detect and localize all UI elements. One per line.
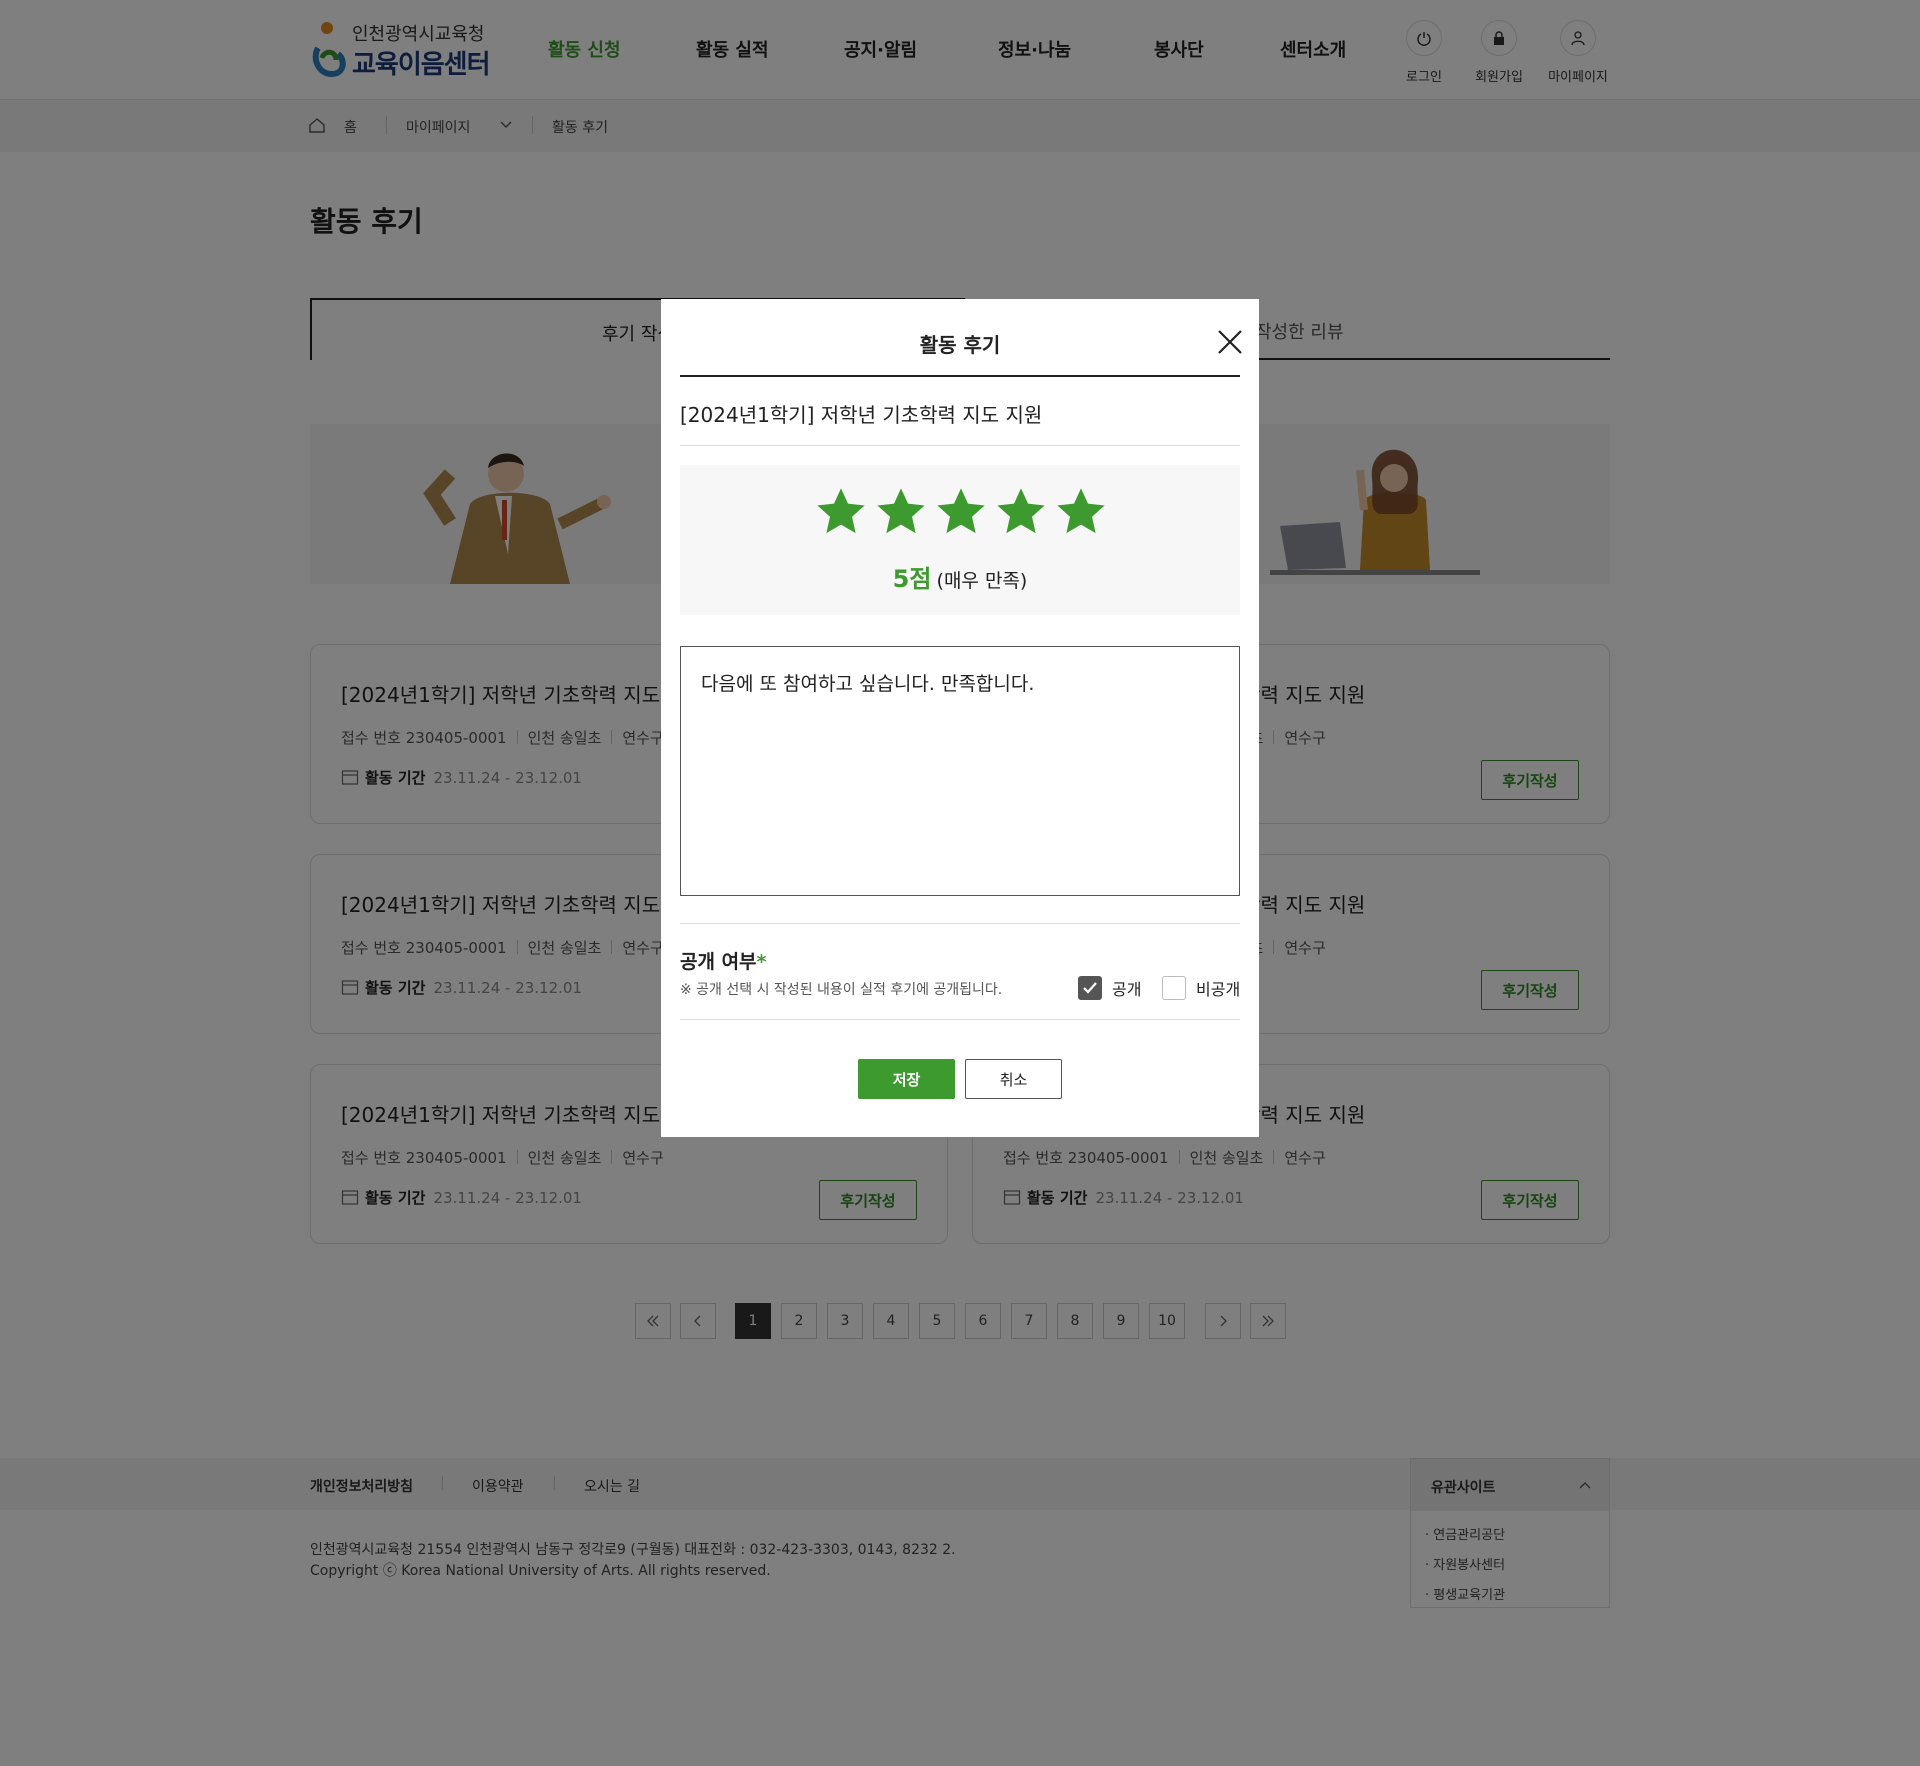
checkbox-unchecked[interactable] xyxy=(1162,976,1186,1000)
public-setting-note: ※ 공개 선택 시 작성된 내용이 실적 후기에 공개됩니다. xyxy=(680,982,1003,998)
star-icon[interactable] xyxy=(1054,485,1108,539)
modal-title: 활동 후기 xyxy=(919,333,1001,357)
public-checkbox[interactable]: 공개 xyxy=(1078,975,1141,1001)
modal-activity-title: [2024년1학기] 저학년 기초학력 지도 지원 xyxy=(680,403,1043,427)
rating-score-text: (매우 만족) xyxy=(936,570,1028,592)
divider xyxy=(680,445,1240,446)
review-textarea[interactable]: 다음에 또 참여하고 싶습니다. 만족합니다. xyxy=(680,646,1240,896)
public-option-label: 공개 xyxy=(1112,980,1142,999)
divider xyxy=(680,923,1240,924)
divider xyxy=(680,1019,1240,1020)
cancel-button[interactable]: 취소 xyxy=(965,1059,1062,1099)
close-icon[interactable] xyxy=(1217,329,1243,355)
rating-panel: 5점 (매우 만족) xyxy=(680,465,1240,615)
checkbox-checked[interactable] xyxy=(1078,976,1102,1000)
star-rating[interactable] xyxy=(814,485,1108,541)
private-checkbox[interactable]: 비공개 xyxy=(1162,975,1240,1001)
star-icon[interactable] xyxy=(814,485,868,539)
public-setting-title: 공개 여부 xyxy=(680,951,757,973)
rating-score-number: 5점 xyxy=(892,565,932,593)
star-icon[interactable] xyxy=(874,485,928,539)
review-modal: 활동 후기 [2024년1학기] 저학년 기초학력 지도 지원 5점 (매우 만… xyxy=(661,299,1259,1137)
public-setting-label: 공개 여부* xyxy=(680,947,766,974)
star-icon[interactable] xyxy=(994,485,1048,539)
required-mark: * xyxy=(756,951,767,973)
checkmark-icon xyxy=(1083,982,1097,994)
star-icon[interactable] xyxy=(934,485,988,539)
private-option-label: 비공개 xyxy=(1196,980,1241,999)
save-button[interactable]: 저장 xyxy=(858,1059,955,1099)
modal-title-divider xyxy=(680,375,1240,377)
rating-score: 5점 (매우 만족) xyxy=(680,559,1240,594)
